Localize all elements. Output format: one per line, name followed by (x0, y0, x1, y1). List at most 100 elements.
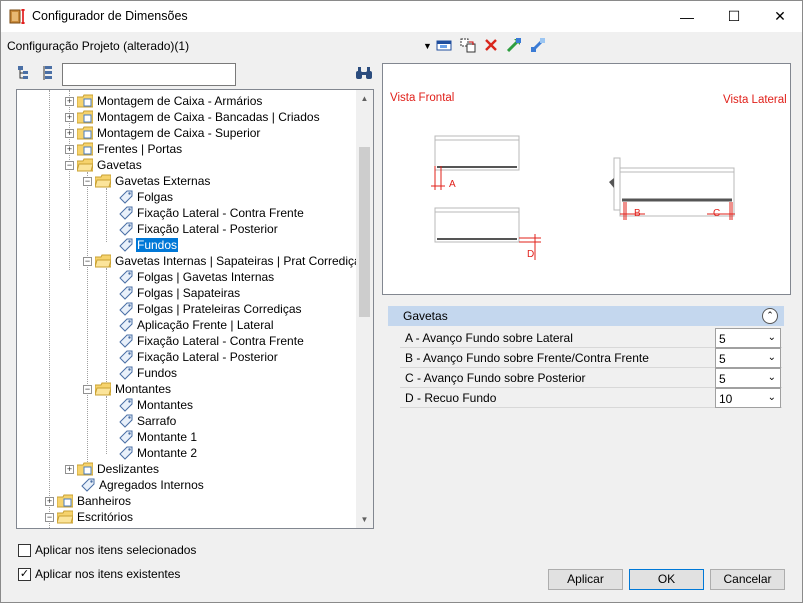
property-value-select[interactable]: 5 ⌄ (715, 328, 781, 348)
tree-item-label: Montante 2 (137, 446, 198, 460)
expand-toggle[interactable]: + (65, 128, 74, 138)
expand-all-icon[interactable] (17, 65, 33, 81)
collapse-toggle[interactable]: − (83, 256, 92, 266)
folder-icon (77, 110, 93, 124)
copy-config-icon[interactable] (459, 36, 477, 54)
tree-item[interactable]: Folgas | Gavetas Internas (119, 269, 275, 285)
collapse-toggle[interactable]: − (65, 160, 74, 170)
apply-button[interactable]: Aplicar (548, 569, 623, 590)
collapse-toggle[interactable]: − (83, 384, 92, 394)
folder-open-icon (95, 254, 111, 268)
scroll-up-icon[interactable]: ▲ (356, 90, 373, 107)
tree-item-selected[interactable]: Fundos (119, 237, 179, 253)
dimension-tag-icon (119, 302, 133, 316)
property-value-select[interactable]: 5 ⌄ (715, 368, 781, 388)
dim-label-a: A (449, 179, 456, 190)
tree-item[interactable]: − Montantes (83, 381, 172, 397)
binoculars-icon[interactable] (355, 65, 373, 81)
tree-item[interactable]: Folgas | Sapateiras (119, 285, 241, 301)
tree-item-label: Fundos (137, 366, 178, 380)
tree-item-label: Escritórios (77, 510, 134, 524)
save-config-icon[interactable] (435, 36, 453, 54)
scroll-down-icon[interactable]: ▼ (356, 511, 373, 528)
tree-item[interactable]: Fixação Lateral - Contra Frente (119, 205, 305, 221)
properties-section-header[interactable]: Gavetas ⌃ (388, 306, 784, 326)
folder-icon (77, 126, 93, 140)
properties-grid: A - Avanço Fundo sobre Lateral 5 ⌄ B - A… (400, 328, 782, 408)
cancel-button[interactable]: Cancelar (710, 569, 785, 590)
apply-selected-checkbox[interactable] (18, 544, 31, 557)
collapse-all-icon[interactable] (41, 65, 57, 81)
tree-item[interactable]: + Montagem de Caixa - Bancadas | Criados (65, 109, 321, 125)
apply-existing-label: Aplicar nos itens existentes (35, 567, 181, 581)
collapse-section-icon[interactable]: ⌃ (762, 308, 778, 324)
import-icon[interactable] (505, 36, 523, 54)
tree-item-label: Montantes (115, 382, 172, 396)
minimize-button[interactable]: — (664, 1, 710, 32)
tree-item[interactable]: Aplicação Frente | Lateral (119, 317, 275, 333)
tree-item-label: Montantes (137, 398, 194, 412)
property-name: D - Recuo Fundo (405, 391, 497, 405)
drawer-schematic: A D B C (431, 135, 735, 260)
tree-item-label: Agregados Internos (99, 478, 204, 492)
folder-icon (77, 94, 93, 108)
tree-item[interactable]: Fixação Lateral - Posterior (119, 349, 279, 365)
delete-icon[interactable] (482, 36, 500, 54)
tree-item[interactable]: Fixação Lateral - Contra Frente (119, 333, 305, 349)
tree-item[interactable]: Folgas (119, 189, 174, 205)
property-value: 5 (719, 372, 726, 386)
tree-item-label: Fixação Lateral - Posterior (137, 350, 278, 364)
tree-item-label: Folgas | Gavetas Internas (137, 270, 275, 284)
collapse-toggle[interactable]: − (45, 512, 54, 522)
dimension-tag-icon (119, 222, 133, 236)
scroll-thumb[interactable] (359, 147, 370, 317)
tree-item[interactable]: + Banheiros (45, 493, 132, 509)
configuration-dropdown-icon[interactable]: ▼ (423, 41, 432, 51)
dimension-tag-icon (119, 206, 133, 220)
chevron-down-icon[interactable]: ⌄ (768, 392, 776, 403)
tree-item[interactable]: Fixação Lateral - Posterior (119, 221, 279, 237)
chevron-down-icon[interactable]: ⌄ (768, 372, 776, 383)
apply-existing-checkbox[interactable]: ✓ (18, 568, 31, 581)
maximize-button[interactable]: ☐ (711, 1, 757, 32)
tree-item[interactable]: Fundos (119, 365, 178, 381)
close-button[interactable]: ✕ (757, 1, 803, 32)
tree-scrollbar[interactable]: ▲ ▼ (356, 90, 373, 528)
expand-toggle[interactable]: + (45, 496, 54, 506)
tree-item[interactable]: − Gavetas Internas | Sapateiras | Prat C… (83, 253, 362, 269)
tree-item[interactable]: Agregados Internos (81, 477, 205, 493)
export-icon[interactable] (529, 36, 547, 54)
folder-icon (57, 494, 73, 508)
tree-item[interactable]: + Montagem de Caixa - Armários (65, 93, 263, 109)
tree-item[interactable]: + Deslizantes (65, 461, 160, 477)
expand-toggle[interactable]: + (65, 464, 74, 474)
category-tree[interactable]: + Montagem de Caixa - Armários + Montage… (16, 89, 374, 529)
tree-item[interactable]: − Escritórios (45, 509, 134, 525)
tree-item[interactable]: + Frentes | Portas (65, 141, 183, 157)
expand-toggle[interactable]: + (65, 144, 74, 154)
tree-item-label: Fixação Lateral - Posterior (137, 222, 278, 236)
tree-search-input[interactable] (62, 63, 236, 86)
chevron-down-icon[interactable]: ⌄ (768, 332, 776, 343)
property-value-select[interactable]: 5 ⌄ (715, 348, 781, 368)
chevron-down-icon[interactable]: ⌄ (768, 352, 776, 363)
tree-item[interactable]: Sarrafo (119, 413, 177, 429)
ok-button[interactable]: OK (629, 569, 704, 590)
tree-item[interactable]: Montante 2 (119, 445, 198, 461)
tree-item[interactable]: Montante 1 (119, 429, 198, 445)
dimension-tag-icon (119, 350, 133, 364)
tree-item[interactable]: Montantes (119, 397, 194, 413)
tree-item[interactable]: − Gavetas (65, 157, 143, 173)
collapse-toggle[interactable]: − (83, 176, 92, 186)
dimension-tag-icon (119, 446, 133, 460)
expand-toggle[interactable]: + (65, 112, 74, 122)
tree-item[interactable]: − Gavetas Externas (83, 173, 211, 189)
tree-item[interactable]: + Montagem de Caixa - Superior (65, 125, 261, 141)
property-row: A - Avanço Fundo sobre Lateral 5 ⌄ (400, 328, 782, 348)
tree-item[interactable]: Folgas | Prateleiras Corrediças (119, 301, 303, 317)
expand-toggle[interactable]: + (65, 96, 74, 106)
properties-section-title: Gavetas (403, 309, 448, 323)
tree-item-label: Frentes | Portas (97, 142, 183, 156)
tree-item-label: Aplicação Frente | Lateral (137, 318, 274, 332)
property-value-select[interactable]: 10 ⌄ (715, 388, 781, 408)
